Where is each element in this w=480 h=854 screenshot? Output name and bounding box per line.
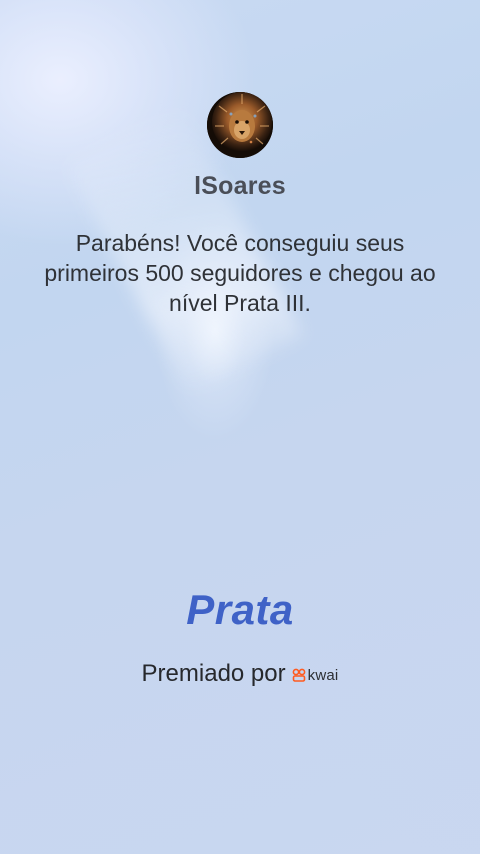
kwai-logo-icon [292,668,306,682]
achievement-screen: lSoares Parabéns! Você conseguiu seus pr… [0,0,480,854]
lion-avatar-icon [207,92,273,158]
kwai-logo: kwai [292,667,339,684]
awarded-by: Premiado por kwai [0,660,480,688]
username: lSoares [194,172,286,200]
kwai-wordmark: kwai [307,666,339,684]
level-name: Prata [186,586,294,633]
avatar[interactable] [207,92,273,158]
congratulations-message: Parabéns! Você conseguiu seus primeiros … [44,230,436,316]
awarded-by-label: Premiado por [141,660,286,687]
